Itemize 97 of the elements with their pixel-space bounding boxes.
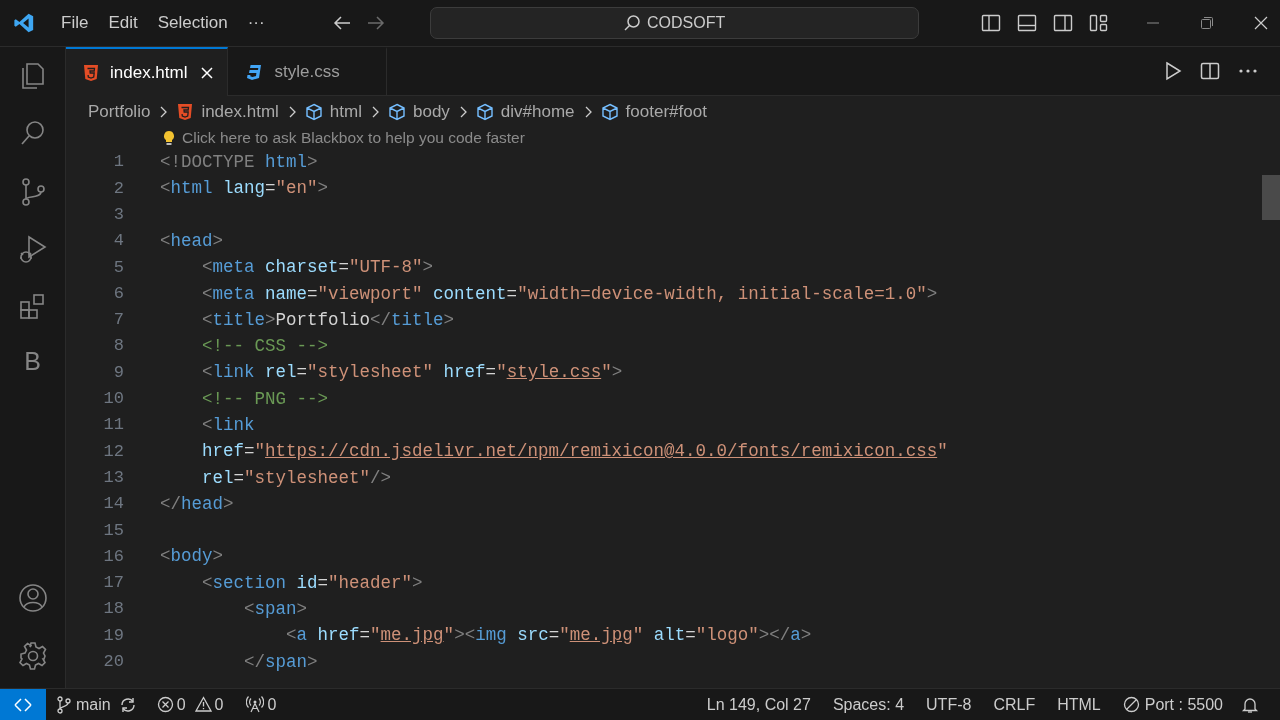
branch-icon <box>56 695 72 714</box>
line-number: 10 <box>102 388 124 411</box>
code-line: <title>Portfolio</title> <box>201 308 455 332</box>
close-icon[interactable] <box>199 64 216 81</box>
menu-item[interactable]: Edit <box>99 10 147 36</box>
cube-icon <box>600 102 619 121</box>
code-line: </head> <box>160 492 234 516</box>
restore-icon[interactable] <box>1198 15 1215 31</box>
more-actions-icon[interactable] <box>1238 68 1258 74</box>
line-number: 1 <box>112 151 124 174</box>
problems-button[interactable]: 0 0 <box>156 692 224 717</box>
branch-button[interactable]: main <box>56 692 111 717</box>
line-number: 19 <box>102 624 124 647</box>
breadcrumb-item[interactable]: div#home <box>475 98 575 125</box>
ports-button[interactable]: 0 <box>245 692 277 717</box>
line-number: 12 <box>102 440 124 463</box>
code-line: <link rel="stylesheet" href="style.css"> <box>201 361 623 385</box>
blocked-icon <box>1122 696 1140 713</box>
line-number: 14 <box>102 493 124 516</box>
line-number: 2 <box>112 177 124 200</box>
cube-icon <box>388 102 406 121</box>
live-server-button[interactable]: Port : 5500 <box>1122 692 1223 717</box>
split-editor-icon[interactable] <box>1200 61 1220 81</box>
app-logo-icon <box>13 12 35 34</box>
line-number: 15 <box>102 519 124 542</box>
code-line: <span> <box>243 598 308 622</box>
cube-icon <box>475 102 494 121</box>
sidebar-layout-icon[interactable] <box>980 13 1001 33</box>
code-line: rel="stylesheet"/> <box>201 466 392 490</box>
chevron-icon <box>370 104 380 119</box>
chevron-icon <box>158 104 169 119</box>
breadcrumb-item[interactable]: body <box>388 98 450 125</box>
warning-icon <box>194 696 212 713</box>
line-number: 7 <box>112 309 124 332</box>
settings-icon[interactable] <box>16 640 49 672</box>
bell-icon[interactable] <box>1241 695 1259 714</box>
code-line: <section id="header"> <box>201 571 423 595</box>
menu-item[interactable]: ··· <box>238 10 274 36</box>
line-number: 20 <box>102 651 124 674</box>
code-hint[interactable]: Click here to ask Blackbox to help you code faster <box>182 126 525 150</box>
code-line: <!-- CSS --> <box>201 335 329 359</box>
remote-icon <box>14 695 32 714</box>
line-number: 13 <box>102 466 124 489</box>
back-arrow-icon[interactable] <box>331 15 352 31</box>
error-icon <box>156 696 174 713</box>
code-line: <!-- PNG --> <box>201 387 329 411</box>
line-number: 8 <box>112 335 124 358</box>
antenna-icon <box>245 696 264 713</box>
cube-icon <box>304 102 323 121</box>
search-icon <box>623 14 641 32</box>
account-icon[interactable] <box>16 582 49 614</box>
line-number: 5 <box>112 256 124 279</box>
search-field[interactable]: CODSOFT <box>429 7 919 39</box>
line-number: 11 <box>102 414 124 437</box>
line-number: 18 <box>102 598 124 621</box>
breadcrumb-item[interactable]: html <box>304 98 362 125</box>
code-line: </span> <box>243 650 318 674</box>
line-number: 16 <box>102 545 124 568</box>
code-line: href="https://cdn.jsdelivr.net/npm/remixicon@4.0.0/fonts/remixicon.css" <box>201 440 948 464</box>
secondary-sidebar-icon[interactable] <box>1052 13 1073 33</box>
line-number: 4 <box>112 230 124 253</box>
code-line: <meta charset="UTF-8"> <box>201 256 434 280</box>
line-number: 3 <box>112 204 124 226</box>
html-file-icon <box>176 102 195 121</box>
line-number: 17 <box>102 572 124 595</box>
forward-arrow-icon[interactable] <box>365 15 386 31</box>
search-text: CODSOFT <box>647 13 726 33</box>
code-line: <meta name="viewport" content="width=device-width, initial-scale=1.0"> <box>201 282 938 306</box>
scrollbar-thumb[interactable] <box>1262 175 1280 220</box>
status-item[interactable]: CRLF <box>993 692 1036 717</box>
html-file-icon <box>82 63 100 82</box>
status-item[interactable]: HTML <box>1057 692 1101 717</box>
status-item[interactable]: UTF-8 <box>926 692 972 717</box>
menu-item[interactable]: Selection <box>148 10 237 36</box>
lightbulb-icon <box>162 130 176 146</box>
code-line: <link <box>201 414 255 437</box>
breadcrumb-item[interactable]: Portfolio <box>88 98 151 125</box>
code-line: <html lang="en"> <box>160 177 329 201</box>
sync-icon[interactable] <box>118 695 137 714</box>
code-line: <body> <box>160 545 224 569</box>
breadcrumb-item[interactable]: index.html <box>176 98 279 125</box>
layout-grid-icon[interactable] <box>1088 13 1109 33</box>
run-icon[interactable] <box>1164 61 1182 81</box>
code-line: <a href="me.jpg"><img src="me.jpg" alt="logo"></a> <box>285 624 812 648</box>
menu-item[interactable]: File <box>52 10 98 36</box>
editor-tab[interactable]: index.html <box>66 47 229 96</box>
status-item[interactable]: Ln 149, Col 27 <box>706 692 811 717</box>
editor-tab[interactable]: style.css <box>228 47 387 96</box>
line-number: 9 <box>112 361 124 384</box>
breadcrumb-item[interactable]: footer#foot <box>600 98 707 125</box>
extension-letter-icon[interactable]: B <box>24 349 41 374</box>
close-icon[interactable] <box>1252 15 1269 31</box>
code-line: <!DOCTYPE html> <box>160 151 318 174</box>
line-number: 6 <box>112 282 124 305</box>
code-line: <head> <box>160 229 224 253</box>
status-item[interactable]: Spaces: 4 <box>832 692 905 717</box>
panel-layout-icon[interactable] <box>1016 13 1037 33</box>
